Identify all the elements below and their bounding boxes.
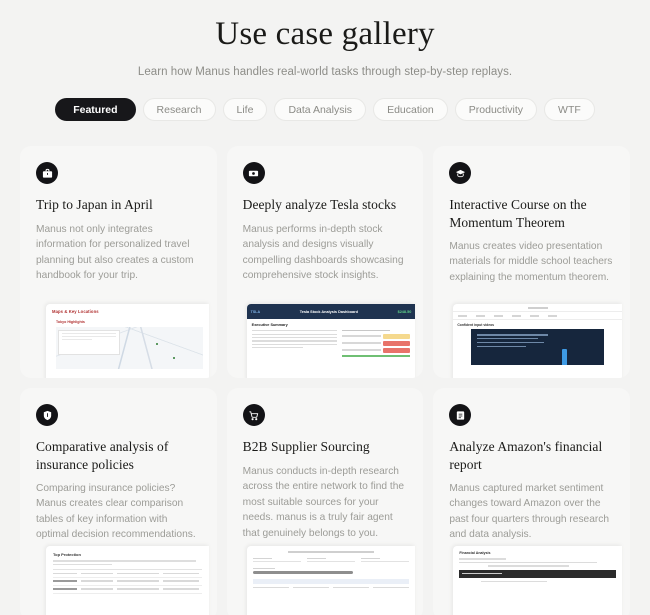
- use-case-card[interactable]: Deeply analyze Tesla stocks Manus perfor…: [226, 146, 424, 379]
- table-row: [53, 578, 202, 586]
- page-subtitle: Learn how Manus handles real-world tasks…: [137, 66, 513, 79]
- tab-wtf[interactable]: WTF: [544, 98, 595, 122]
- form-footer-bar: [252, 578, 410, 584]
- dashboard-text-column: [251, 330, 338, 358]
- category-filter-tabs: Featured Research Life Data Analysis Edu…: [0, 98, 650, 122]
- comparison-document: Top Protection: [46, 546, 209, 599]
- slide-preview: [471, 329, 604, 366]
- card-thumbnail: Top Protection: [46, 546, 209, 615]
- document-heading: Top Protection: [53, 552, 81, 558]
- use-case-card[interactable]: Comparative analysis of insurance polici…: [20, 388, 217, 615]
- card-thumbnail: Confident input videos: [453, 304, 622, 379]
- supplier-form: [247, 546, 416, 593]
- use-case-card[interactable]: Interactive Course on the Momentum Theor…: [433, 146, 630, 379]
- card-title: Analyze Amazon's financial report: [449, 439, 603, 472]
- tab-life[interactable]: Life: [222, 98, 268, 122]
- tab-productivity[interactable]: Productivity: [454, 98, 538, 122]
- document-icon: [449, 404, 472, 427]
- tab-research[interactable]: Research: [142, 98, 216, 122]
- table-row: [53, 586, 202, 594]
- dashboard-section-title: Executive Summary: [251, 323, 288, 328]
- dashboard-body: Executive Summary: [247, 319, 416, 362]
- card-description: Manus not only integrates information fo…: [36, 223, 194, 282]
- card-title: Trip to Japan in April: [36, 197, 153, 213]
- card-thumbnail: [246, 546, 416, 615]
- page-title: Use case gallery: [215, 16, 435, 52]
- editor-toolbar: [453, 312, 622, 321]
- slide-bar-graphic: [561, 349, 567, 366]
- shield-icon: [36, 404, 58, 427]
- shopping-cart-icon: [242, 404, 265, 427]
- graduation-cap-icon: [449, 162, 472, 185]
- card-description: Manus captured market sentiment changes …: [449, 482, 610, 541]
- briefcase-icon: [36, 162, 58, 185]
- card-thumbnail: TSLA Tesla Stock Analysis Dashboard $248…: [246, 304, 416, 379]
- use-case-card-grid: Trip to Japan in April Manus not only in…: [0, 146, 650, 615]
- card-thumbnail: Financial Analysis: [453, 546, 622, 615]
- dashboard-metric-column: [342, 330, 411, 358]
- slide-label: Confident input videos: [457, 323, 495, 328]
- dashboard-title: Tesla Stock Analysis Dashboard: [299, 309, 358, 314]
- dashboard-navbar: TSLA Tesla Stock Analysis Dashboard $248…: [246, 304, 416, 320]
- card-title: Comparative analysis of insurance polici…: [36, 439, 169, 472]
- report-heading: Financial Analysis: [459, 551, 491, 556]
- tab-featured[interactable]: Featured: [55, 98, 136, 122]
- use-case-gallery-page: Use case gallery Learn how Manus handles…: [0, 0, 650, 615]
- table-header-row: [53, 570, 202, 578]
- editor-topbar: [453, 304, 622, 313]
- thumbnail-subheading: Tokyo Highlights: [56, 320, 85, 325]
- dashboard-brand: TSLA: [250, 309, 261, 314]
- card-description: Manus creates video presentation materia…: [449, 240, 613, 283]
- card-description: Manus performs in-depth stock analysis a…: [242, 223, 404, 282]
- use-case-card[interactable]: Analyze Amazon's financial report Manus …: [433, 388, 630, 615]
- report-dark-bar: [459, 569, 616, 578]
- use-case-card[interactable]: B2B Supplier Sourcing Manus conducts in-…: [226, 388, 424, 615]
- tab-data-analysis[interactable]: Data Analysis: [274, 98, 367, 122]
- card-title: B2B Supplier Sourcing: [242, 439, 370, 455]
- dashboard-price: $248.50: [397, 309, 412, 314]
- comparison-table: [53, 569, 202, 594]
- thumbnail-heading: Maps & Key Locations: [52, 309, 99, 315]
- tab-education[interactable]: Education: [373, 98, 448, 122]
- financial-report-preview: Financial Analysis: [453, 546, 622, 589]
- card-description: Manus conducts in-depth research across …: [242, 465, 405, 539]
- card-title: Interactive Course on the Momentum Theor…: [449, 197, 587, 230]
- money-icon: [242, 162, 265, 185]
- card-title: Deeply analyze Tesla stocks: [242, 197, 397, 213]
- card-thumbnail: Maps & Key Locations Tokyo Highlights: [46, 304, 209, 379]
- page-header: Use case gallery Learn how Manus handles…: [0, 0, 650, 78]
- form-slider[interactable]: [252, 571, 353, 574]
- map-graphic: [56, 327, 203, 370]
- map-legend-box: [58, 330, 120, 356]
- card-description: Comparing insurance policies? Manus crea…: [36, 482, 196, 541]
- use-case-card[interactable]: Trip to Japan in April Manus not only in…: [20, 146, 217, 379]
